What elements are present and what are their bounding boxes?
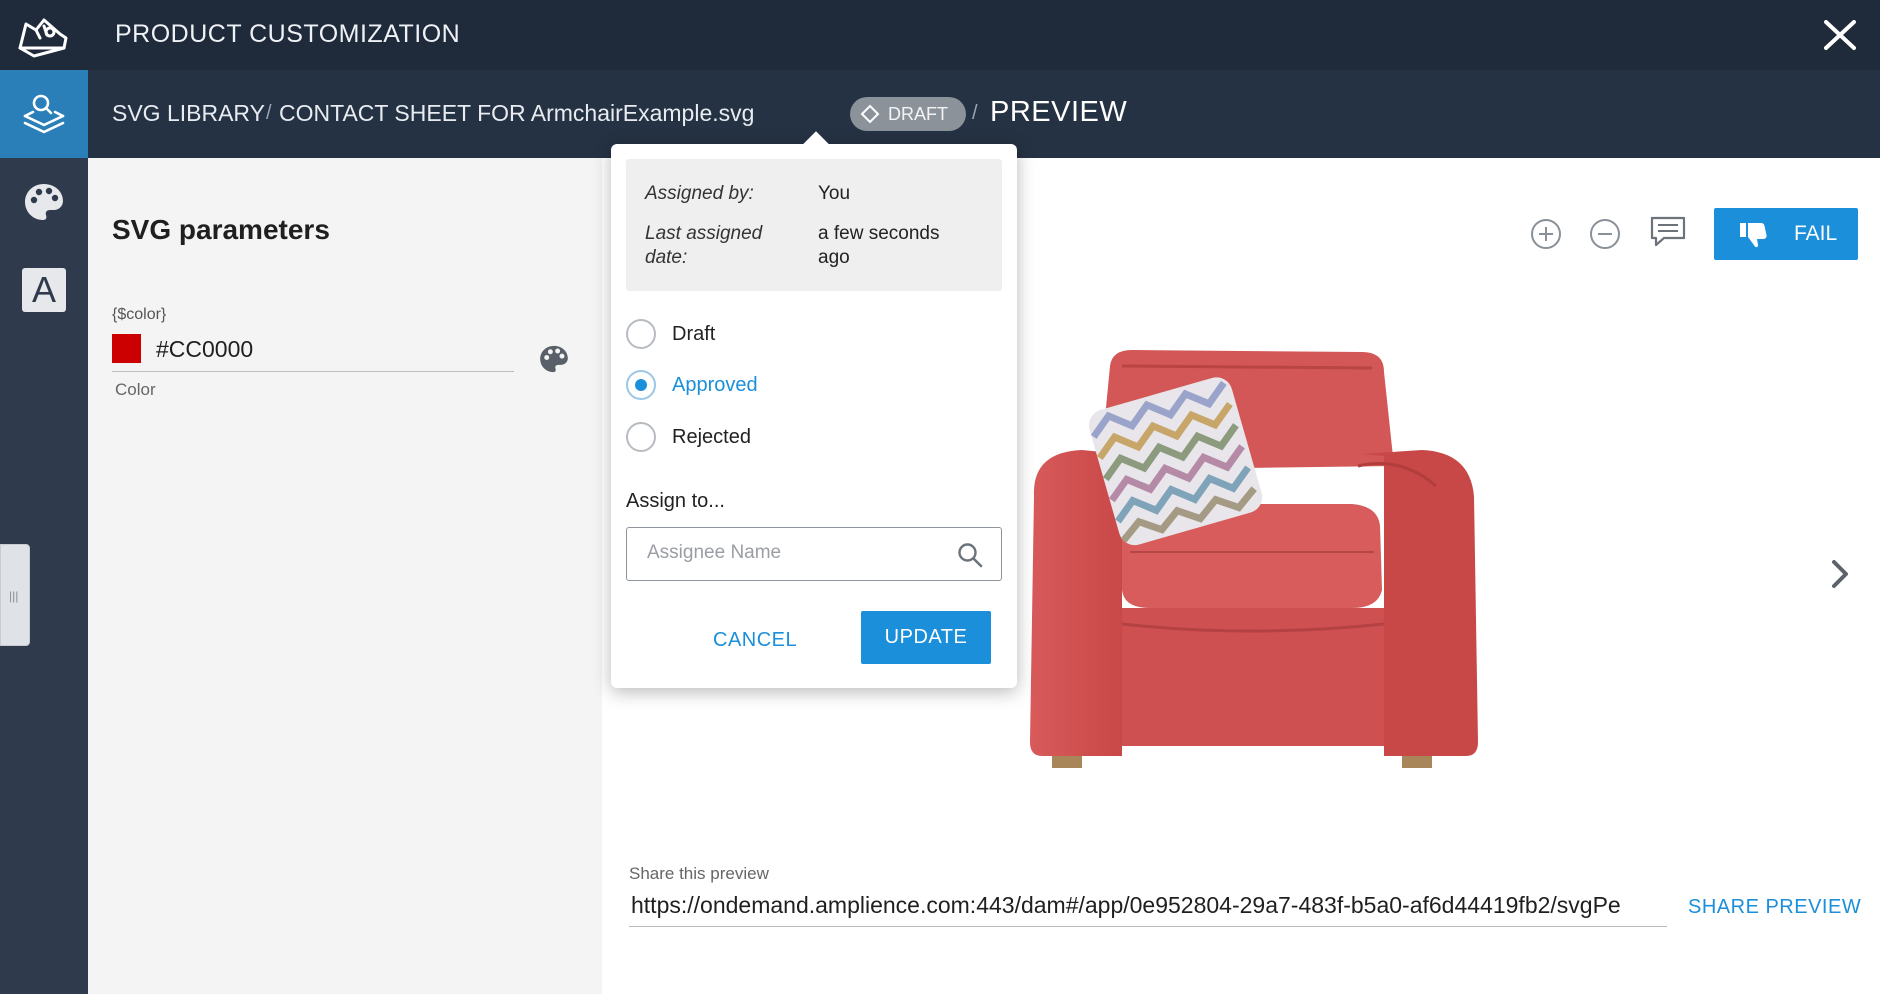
page-title: PREVIEW	[990, 96, 1128, 128]
text-icon: A	[22, 268, 66, 312]
radio-approved[interactable]: Approved	[626, 369, 758, 401]
panel-title: SVG parameters	[112, 214, 330, 245]
assignee-input[interactable]	[647, 542, 947, 564]
thumbs-down-icon	[1740, 223, 1767, 248]
rail-item-text[interactable]: A	[0, 246, 88, 334]
palette-icon	[540, 345, 568, 373]
param-key: {$color}	[112, 306, 167, 323]
zoom-in-icon[interactable]	[1528, 216, 1564, 252]
assignment-info: Assigned by: You Last assigned date: a f…	[626, 159, 1002, 291]
fail-button-label: FAIL	[1794, 222, 1838, 245]
product-preview-image	[1022, 346, 1482, 786]
radio-label: Draft	[672, 322, 716, 345]
color-value-field[interactable]: #CC0000	[156, 336, 253, 363]
radio-label: Rejected	[672, 425, 751, 448]
cancel-button[interactable]: CANCEL	[713, 618, 797, 662]
field-underline	[629, 926, 1667, 927]
last-assigned-label: Last assigned	[645, 223, 763, 244]
rail-item-palette[interactable]	[0, 158, 88, 246]
rail-item-layers-search[interactable]	[0, 70, 88, 158]
radio-button[interactable]	[626, 370, 656, 400]
radio-button[interactable]	[626, 319, 656, 349]
sneaker-logo-icon	[14, 8, 72, 62]
palette-icon	[25, 184, 63, 220]
color-picker-button[interactable]	[538, 343, 570, 375]
status-popup: Assigned by: You Last assigned date: a f…	[611, 131, 1017, 688]
comment-icon[interactable]	[1648, 214, 1688, 250]
assigned-by-value: You	[818, 183, 851, 204]
radio-draft[interactable]: Draft	[626, 318, 715, 350]
top-bar: PRODUCT CUSTOMIZATION	[0, 0, 1880, 70]
status-badge-label: DRAFT	[888, 103, 948, 124]
share-label: Share this preview	[629, 864, 769, 883]
zoom-out-icon[interactable]	[1587, 216, 1623, 252]
svg-parameters-panel: SVG parameters {$color} #CC0000 Color	[88, 158, 602, 994]
radio-button[interactable]	[626, 422, 656, 452]
breadcrumb-svg-library[interactable]: SVG LIBRARY	[112, 100, 265, 127]
close-icon[interactable]	[1818, 14, 1862, 56]
fail-button[interactable]: FAIL	[1714, 208, 1858, 260]
layers-search-icon	[23, 94, 65, 134]
search-icon[interactable]	[957, 542, 983, 568]
panel-resize-handle[interactable]: |||	[0, 544, 30, 646]
color-swatch[interactable]	[112, 334, 141, 363]
field-underline	[112, 371, 514, 372]
diamond-icon	[860, 104, 880, 124]
left-rail: A |||	[0, 70, 88, 994]
update-button[interactable]: UPDATE	[861, 611, 991, 664]
share-preview-button[interactable]: SHARE PREVIEW	[1688, 896, 1861, 919]
chevron-right-icon[interactable]	[1822, 554, 1858, 594]
assigned-by-label: Assigned by:	[645, 183, 754, 204]
last-assigned-value: a few seconds	[818, 223, 940, 244]
last-assigned-label-line2: date:	[645, 247, 688, 268]
breadcrumb-contact-sheet[interactable]: CONTACT SHEET FOR ArmchairExample.svg	[279, 100, 754, 127]
assignee-search-box[interactable]	[626, 527, 1002, 581]
share-url-field[interactable]: https://ondemand.amplience.com:443/dam#/…	[631, 892, 1665, 919]
app-title: PRODUCT CUSTOMIZATION	[115, 20, 461, 48]
status-badge[interactable]: DRAFT	[850, 97, 966, 131]
last-assigned-value-line2: ago	[818, 247, 850, 268]
radio-label: Approved	[672, 373, 758, 396]
radio-rejected[interactable]: Rejected	[626, 421, 751, 453]
param-label: Color	[115, 380, 156, 399]
breadcrumb-separator: /	[266, 102, 272, 124]
assign-label: Assign to...	[626, 490, 725, 512]
handle-grip-icon: |||	[9, 589, 19, 603]
breadcrumb-separator: /	[972, 102, 978, 124]
